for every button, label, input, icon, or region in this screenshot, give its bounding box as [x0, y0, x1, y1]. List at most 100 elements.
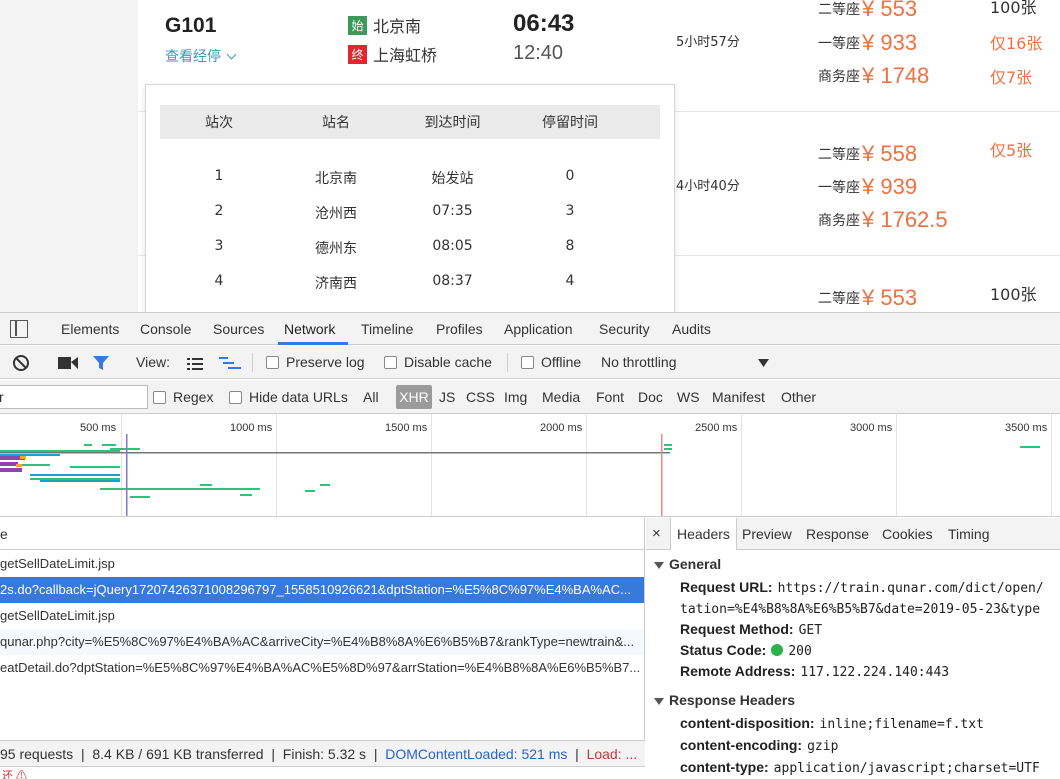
tab-sources[interactable]: Sources: [213, 321, 264, 337]
console-strip: 还 ⚠: [0, 766, 645, 779]
network-filterbar: r Regex Hide data URLs All XHR JS CSS Im…: [0, 380, 1060, 414]
header-content-encoding: content-encoding: gzip: [680, 737, 839, 754]
status-ok-icon: [771, 644, 784, 656]
column-header: 停留时间: [542, 115, 598, 131]
filter-type-js[interactable]: JS: [439, 389, 455, 405]
to-station-row: 终 上海虹桥: [348, 42, 437, 66]
filter-type-xhr[interactable]: XHR: [396, 385, 432, 409]
train-number[interactable]: G101: [165, 14, 216, 38]
table-row[interactable]: getSellDateLimit.jsp: [0, 603, 644, 629]
tab-timeline[interactable]: Timeline: [361, 321, 413, 337]
table-row[interactable]: eatDetail.do?dptStation=%E5%8C%97%E4%BA%…: [0, 655, 644, 681]
seat-row: 二等座¥ 553: [818, 0, 918, 21]
close-icon[interactable]: ×: [652, 525, 661, 542]
tab-response[interactable]: Response: [806, 526, 869, 542]
name-column-header[interactable]: e: [0, 518, 644, 550]
dropdown-arrow-icon[interactable]: [758, 359, 769, 367]
filter-type-img[interactable]: Img: [504, 389, 527, 405]
chevron-down-icon: [226, 49, 237, 60]
filter-icon[interactable]: [92, 355, 110, 371]
filter-type-manifest[interactable]: Manifest: [712, 389, 765, 405]
network-overview-timeline[interactable]: 500 ms 1000 ms 1500 ms 2000 ms 2500 ms 3…: [0, 414, 1060, 517]
large-rows-icon[interactable]: [187, 358, 203, 370]
devtools-tabbar: Elements Console Sources Network Timelin…: [0, 313, 1060, 345]
seat-row: 二等座¥ 558: [818, 141, 918, 166]
to-station: 上海虹桥: [373, 46, 438, 65]
seat-row: 二等座¥ 553: [818, 285, 918, 310]
triangle-down-icon: [654, 698, 664, 705]
column-header: 站名: [322, 115, 350, 131]
view-stops-link[interactable]: 查看经停: [165, 46, 237, 66]
tab-console[interactable]: Console: [140, 321, 191, 337]
request-method: Request Method: GET: [680, 621, 823, 638]
filter-type-css[interactable]: CSS: [466, 389, 495, 405]
seat-availability: 100张: [990, 285, 1037, 304]
seat-availability: 100张: [990, 0, 1037, 17]
filter-type-media[interactable]: Media: [542, 389, 580, 405]
column-header: 到达时间: [424, 115, 481, 131]
tab-elements[interactable]: Elements: [61, 321, 119, 337]
end-badge-icon: 终: [348, 44, 367, 64]
offline-checkbox[interactable]: Offline: [521, 354, 581, 370]
camera-icon[interactable]: [58, 356, 78, 370]
table-row[interactable]: 2s.do?callback=jQuery1720742637100829679…: [0, 577, 644, 603]
toolbar-separator: [252, 353, 253, 372]
stops-table-header: 站次 站名 到达时间 停留时间: [160, 105, 660, 139]
table-row[interactable]: qunar.php?city=%E5%8C%97%E4%BA%AC&arrive…: [0, 629, 644, 655]
filter-type-font[interactable]: Font: [596, 389, 624, 405]
tab-network[interactable]: Network: [284, 321, 335, 337]
departure-time: 06:43: [513, 10, 575, 37]
tab-headers[interactable]: Headers: [670, 518, 737, 550]
seat-row: 一等座¥ 933: [818, 30, 918, 55]
filter-type-doc[interactable]: Doc: [638, 389, 663, 405]
dom-content-loaded: DOMContentLoaded: 521 ms: [385, 746, 568, 762]
response-headers-section-toggle[interactable]: Response Headers: [654, 692, 795, 708]
hide-data-urls-checkbox[interactable]: Hide data URLs: [229, 389, 348, 405]
regex-checkbox[interactable]: Regex: [153, 389, 213, 405]
tab-security[interactable]: Security: [599, 321, 650, 337]
devtools-panel: Elements Console Sources Network Timelin…: [0, 312, 1060, 779]
tab-audits[interactable]: Audits: [672, 321, 711, 337]
tab-profiles[interactable]: Profiles: [436, 321, 483, 337]
waterfall-icon[interactable]: [219, 357, 241, 370]
column-header: 站次: [205, 115, 233, 131]
toolbar-separator: [507, 353, 508, 372]
tab-preview[interactable]: Preview: [742, 526, 792, 542]
network-status-bar: 95 requests | 8.4 KB / 691 KB transferre…: [0, 740, 645, 766]
load-time: Load: ...: [586, 746, 638, 762]
tab-application[interactable]: Application: [504, 321, 573, 337]
from-station-row: 始 北京南: [348, 13, 421, 37]
table-row: 3 德州东 08:05 8: [214, 238, 575, 257]
checkbox-icon: [384, 356, 397, 369]
tab-timing[interactable]: Timing: [948, 526, 990, 542]
table-row: 1 北京南 始发站 0: [214, 168, 575, 187]
filter-input[interactable]: r: [0, 385, 148, 409]
clear-icon[interactable]: [12, 354, 30, 372]
table-row: 4 济南西 08:37 4: [214, 273, 575, 292]
transfer-size: 8.4 KB / 691 KB transferred: [92, 746, 264, 762]
waterfall-bars: [0, 434, 1040, 516]
status-code: Status Code: 200: [680, 642, 812, 659]
arrival-time: 12:40: [513, 42, 564, 64]
preserve-log-checkbox[interactable]: Preserve log: [266, 354, 365, 370]
checkbox-icon: [521, 356, 534, 369]
request-url-continued: tation=%E4%B8%8A%E6%B5%B7&date=2019-05-2…: [680, 602, 1041, 617]
request-url: Request URL: https://train.qunar.com/dict…: [680, 579, 1044, 596]
duration: 5小时57分: [676, 35, 740, 50]
general-section-toggle[interactable]: General: [654, 556, 721, 572]
table-row[interactable]: getSellDateLimit.jsp: [0, 551, 644, 577]
network-toolbar: View: Preserve log Disable cache Offline…: [0, 346, 1060, 379]
filter-type-ws[interactable]: WS: [677, 389, 700, 405]
seat-availability: 仅5张: [990, 141, 1033, 160]
checkbox-icon: [153, 391, 166, 404]
filter-type-other[interactable]: Other: [781, 389, 816, 405]
tab-cookies[interactable]: Cookies: [882, 526, 933, 542]
checkbox-icon: [266, 356, 279, 369]
dock-side-icon[interactable]: [10, 320, 28, 338]
remote-address: Remote Address: 117.122.224.140:443: [680, 663, 950, 680]
seat-availability: 仅16张: [990, 34, 1043, 53]
filter-type-all[interactable]: All: [363, 389, 379, 405]
disable-cache-checkbox[interactable]: Disable cache: [384, 354, 492, 370]
finish-time: Finish: 5.32 s: [282, 746, 367, 762]
throttling-select[interactable]: No throttling: [601, 354, 676, 370]
